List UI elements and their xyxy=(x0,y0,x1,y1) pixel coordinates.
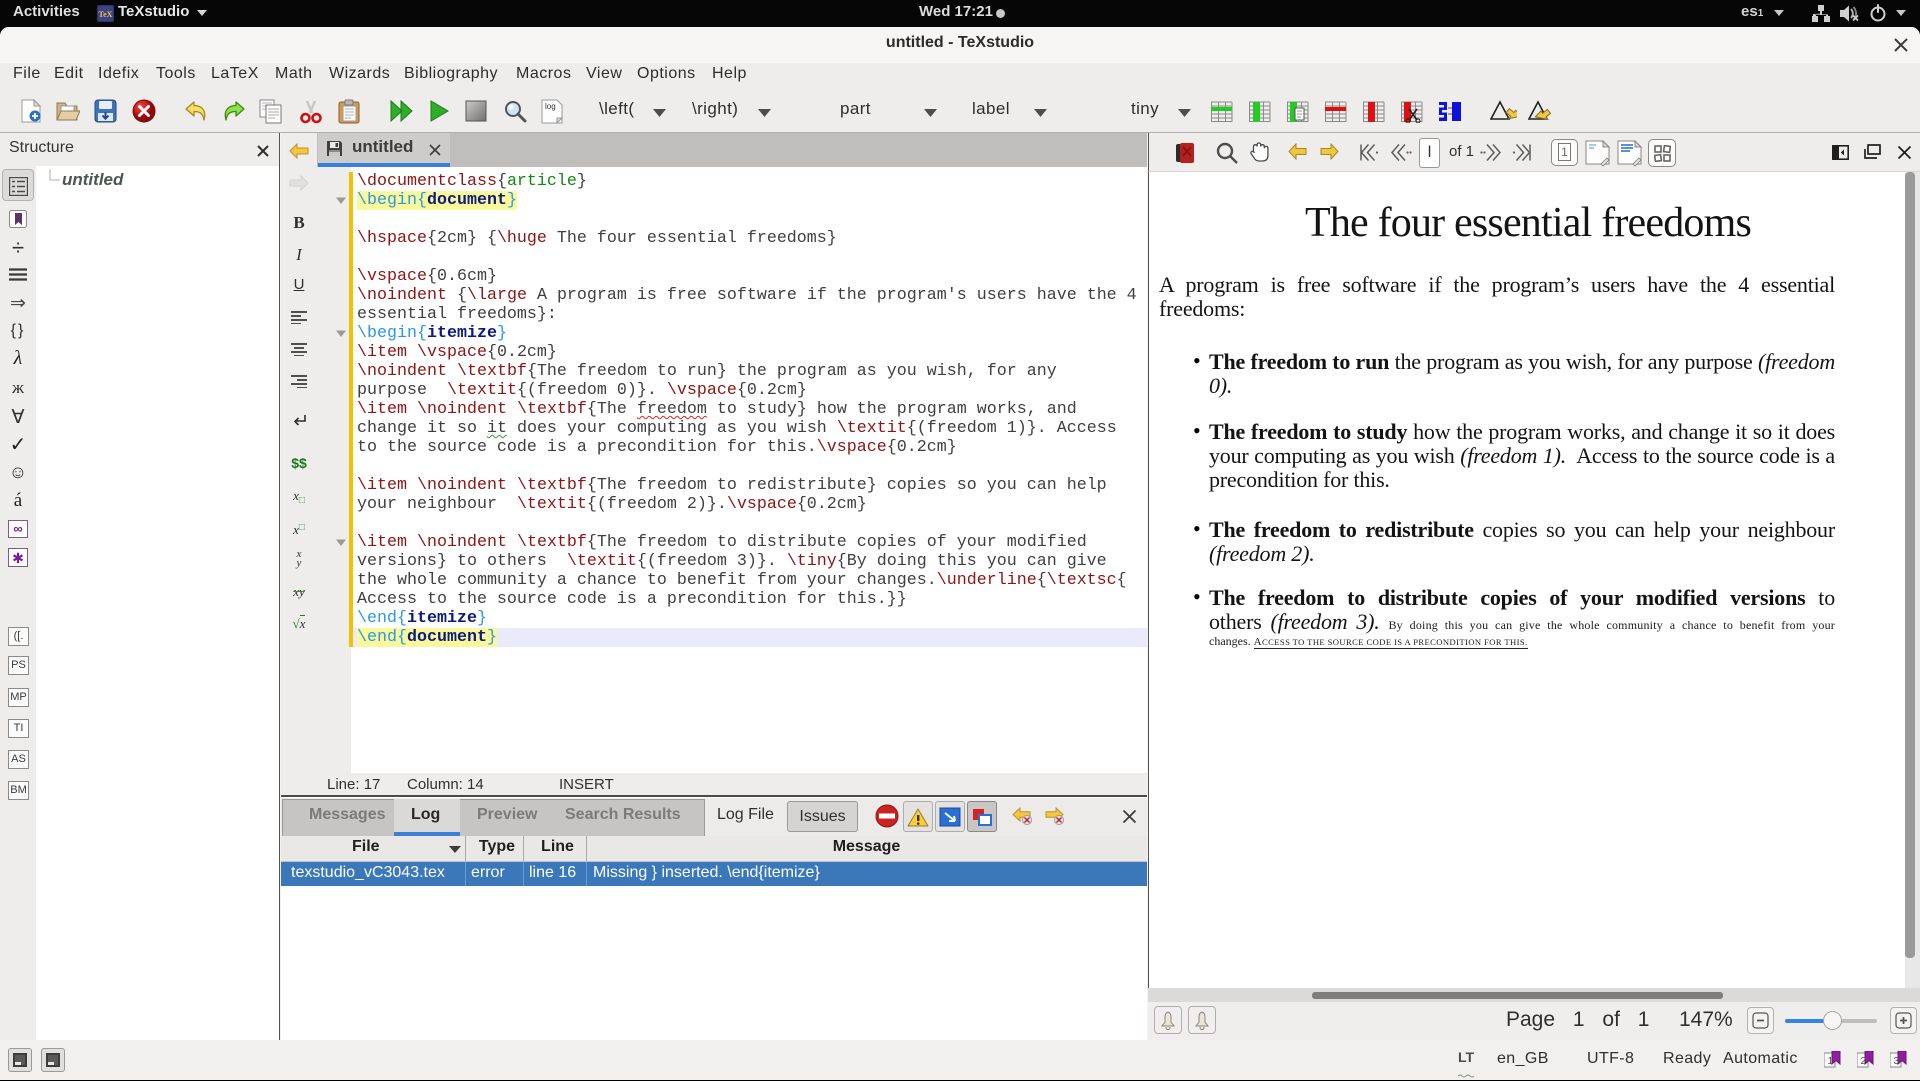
svg-text:log: log xyxy=(545,102,556,111)
svg-text:TeX: TeX xyxy=(99,10,113,19)
svg-text:1: 1 xyxy=(1828,1056,1834,1067)
svg-text:2: 2 xyxy=(1861,1056,1867,1067)
svg-text:3: 3 xyxy=(1894,1056,1900,1067)
